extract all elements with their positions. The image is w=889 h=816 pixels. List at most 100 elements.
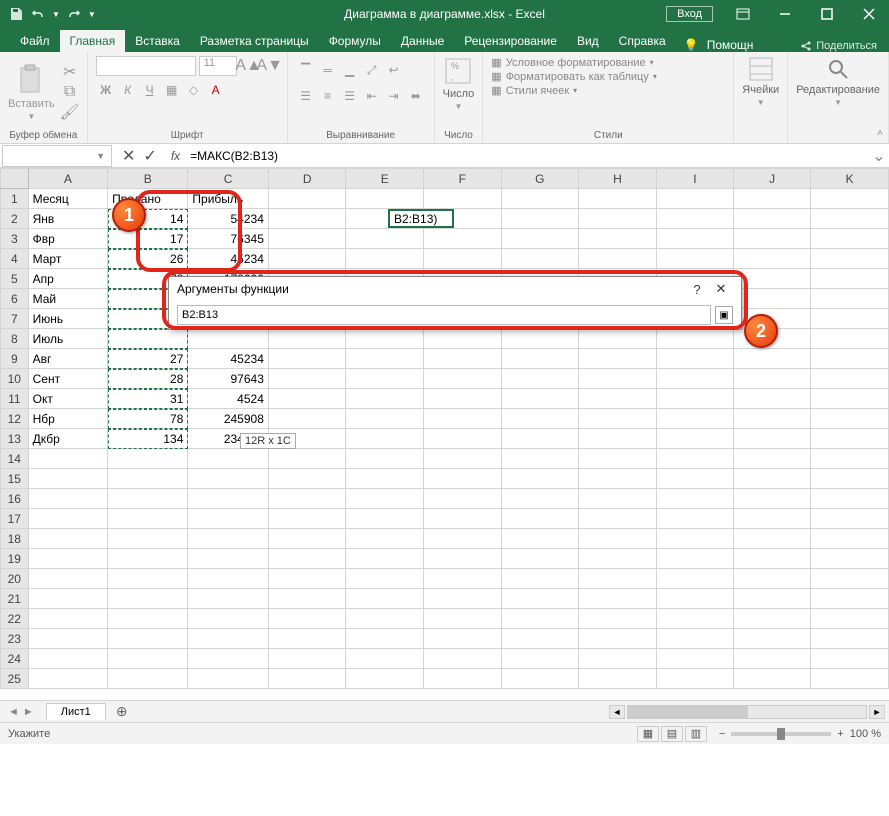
tab-file[interactable]: Файл xyxy=(10,30,60,52)
cell[interactable] xyxy=(28,529,107,549)
cell[interactable] xyxy=(188,469,268,489)
cell[interactable] xyxy=(811,389,889,409)
cell[interactable] xyxy=(424,629,502,649)
cell[interactable] xyxy=(656,489,733,509)
cancel-formula-icon[interactable]: ✕ xyxy=(122,146,135,166)
cell[interactable]: 4524 xyxy=(188,389,268,409)
cell[interactable] xyxy=(188,549,268,569)
cell[interactable] xyxy=(656,569,733,589)
cell[interactable]: 76345 xyxy=(188,229,268,249)
add-sheet-icon[interactable]: ⊕ xyxy=(106,703,138,720)
cell[interactable] xyxy=(733,589,810,609)
cell[interactable] xyxy=(501,249,579,269)
editing-button[interactable]: Редактирование ▼ xyxy=(796,56,880,107)
dialog-close-icon[interactable]: ✕ xyxy=(709,281,733,297)
cell[interactable] xyxy=(108,609,188,629)
cell[interactable] xyxy=(346,449,424,469)
cell[interactable] xyxy=(268,249,346,269)
cell[interactable]: 45234 xyxy=(188,249,268,269)
column-header[interactable]: G xyxy=(501,169,579,189)
cell[interactable] xyxy=(28,589,107,609)
cell[interactable] xyxy=(424,209,502,229)
cell[interactable]: Дкбр xyxy=(28,429,107,449)
cell[interactable] xyxy=(579,189,657,209)
cell[interactable] xyxy=(579,489,657,509)
row-header[interactable]: 24 xyxy=(1,649,29,669)
cell[interactable] xyxy=(656,469,733,489)
cell[interactable] xyxy=(424,609,502,629)
cell[interactable] xyxy=(28,509,107,529)
tab-formulas[interactable]: Формулы xyxy=(319,30,391,52)
cell[interactable] xyxy=(188,449,268,469)
row-header[interactable]: 1 xyxy=(1,189,29,209)
cell[interactable] xyxy=(656,349,733,369)
cell[interactable] xyxy=(108,469,188,489)
cell[interactable]: Окт xyxy=(28,389,107,409)
cell[interactable] xyxy=(346,569,424,589)
cell[interactable] xyxy=(501,369,579,389)
share-button[interactable]: Поделиться xyxy=(800,40,877,52)
column-header[interactable]: A xyxy=(28,169,107,189)
cell[interactable]: Янв xyxy=(28,209,107,229)
cell[interactable] xyxy=(579,649,657,669)
cell[interactable] xyxy=(108,669,188,689)
cell[interactable] xyxy=(811,369,889,389)
cell[interactable]: 45234 xyxy=(188,349,268,369)
column-header[interactable]: B xyxy=(108,169,188,189)
cell[interactable] xyxy=(656,649,733,669)
cell[interactable] xyxy=(346,249,424,269)
cell[interactable] xyxy=(346,529,424,549)
cell[interactable] xyxy=(811,349,889,369)
cell[interactable] xyxy=(579,549,657,569)
cell[interactable] xyxy=(346,349,424,369)
cell[interactable] xyxy=(733,609,810,629)
column-header[interactable]: I xyxy=(656,169,733,189)
cell[interactable] xyxy=(108,549,188,569)
cell[interactable] xyxy=(501,629,579,649)
cell[interactable] xyxy=(346,229,424,249)
row-header[interactable]: 15 xyxy=(1,469,29,489)
row-header[interactable]: 6 xyxy=(1,289,29,309)
cell[interactable] xyxy=(188,589,268,609)
row-header[interactable]: 4 xyxy=(1,249,29,269)
cell[interactable] xyxy=(346,629,424,649)
cell[interactable] xyxy=(424,529,502,549)
align-right-icon[interactable]: ☰ xyxy=(340,86,360,106)
cell[interactable] xyxy=(188,609,268,629)
cell[interactable] xyxy=(811,549,889,569)
cell[interactable] xyxy=(733,329,810,349)
cell[interactable] xyxy=(811,589,889,609)
align-left-icon[interactable]: ☰ xyxy=(296,86,316,106)
view-normal-icon[interactable]: ▦ xyxy=(637,726,659,742)
cell[interactable] xyxy=(579,409,657,429)
column-header[interactable]: E xyxy=(346,169,424,189)
cell[interactable] xyxy=(268,369,346,389)
dialog-help-icon[interactable]: ? xyxy=(685,282,709,297)
cell[interactable] xyxy=(268,189,346,209)
cell[interactable] xyxy=(346,509,424,529)
cell[interactable] xyxy=(579,469,657,489)
cell[interactable] xyxy=(656,629,733,649)
zoom-out-icon[interactable]: − xyxy=(719,728,725,740)
cell[interactable] xyxy=(28,569,107,589)
format-painter-icon[interactable]: 🖌 xyxy=(61,103,79,121)
cell[interactable] xyxy=(733,669,810,689)
cell[interactable] xyxy=(733,209,810,229)
cell[interactable] xyxy=(424,189,502,209)
cell[interactable] xyxy=(108,329,188,349)
cell[interactable] xyxy=(811,469,889,489)
copy-icon[interactable]: ⧉ xyxy=(61,83,79,101)
formula-input[interactable] xyxy=(186,149,869,163)
cell[interactable]: Июнь xyxy=(28,309,107,329)
cell[interactable] xyxy=(188,569,268,589)
cell[interactable] xyxy=(28,549,107,569)
increase-font-icon[interactable]: A▲ xyxy=(240,57,258,75)
cell[interactable] xyxy=(108,509,188,529)
undo-icon[interactable] xyxy=(30,6,46,22)
cell[interactable] xyxy=(28,489,107,509)
cell[interactable] xyxy=(424,589,502,609)
hscroll-left-icon[interactable]: ◄ xyxy=(609,705,625,719)
cell[interactable] xyxy=(733,649,810,669)
row-header[interactable]: 9 xyxy=(1,349,29,369)
tab-view[interactable]: Вид xyxy=(567,30,609,52)
